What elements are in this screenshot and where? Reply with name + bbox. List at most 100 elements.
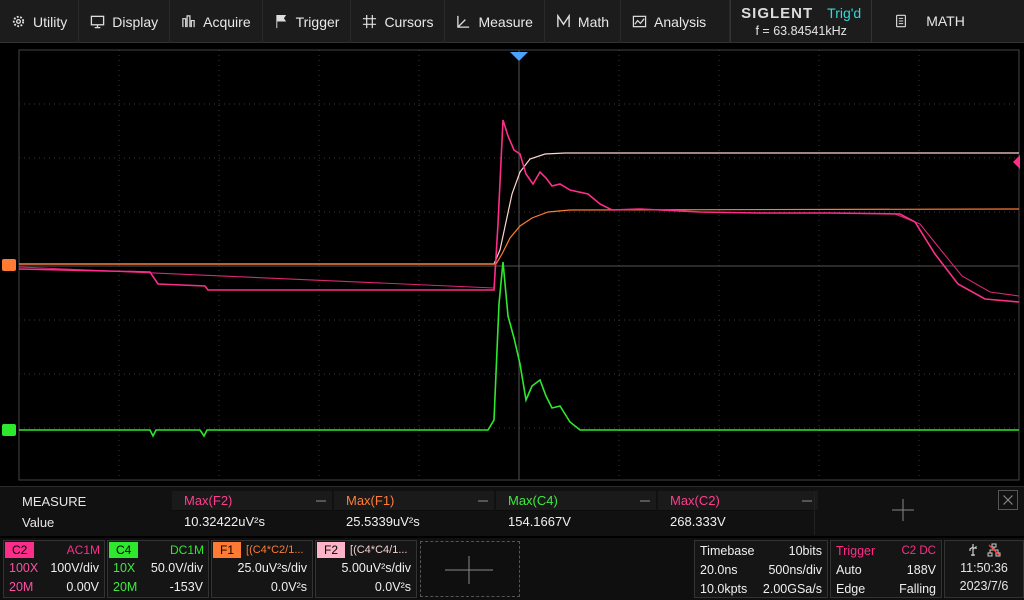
menu-display-label: Display — [112, 13, 159, 30]
network-icon — [987, 543, 1001, 557]
c4-scale: 50.0V/div — [150, 561, 203, 575]
c4-offset-marker[interactable] — [2, 424, 16, 436]
menu-measure-label: Measure — [478, 13, 533, 30]
c4-probe: 10X — [113, 561, 136, 575]
c4-tag: C4 — [109, 542, 139, 558]
measure-item[interactable]: Max(F2) 10.32422uV²s — [172, 491, 332, 535]
trigger-status: Trig'd — [827, 5, 862, 21]
measure-item-name: Max(F2) — [172, 491, 332, 511]
status-clock-panel: 11:50:36 2023/7/6 — [944, 540, 1024, 598]
clock-time: 11:50:36 — [960, 561, 1008, 575]
c2-coupling: AC1M — [66, 543, 100, 557]
document-icon — [896, 14, 907, 28]
clock-date: 2023/7/6 — [959, 579, 1009, 593]
channel-f1-panel[interactable]: F1 [(C4*C2/1... 25.0uV²s/div 0.0V²s — [211, 540, 313, 598]
timebase-label: Timebase — [700, 544, 755, 558]
menu-acquire-label: Acquire — [203, 13, 251, 30]
timebase-bits: 10bits — [788, 544, 822, 558]
usb-icon — [969, 544, 977, 556]
close-icon[interactable] — [998, 490, 1018, 510]
timebase-points: 10.0kpts — [700, 582, 748, 596]
timebase-delay: 20.0ns — [700, 563, 738, 577]
c4-offset: -153V — [169, 580, 203, 594]
acquire-icon — [182, 15, 195, 28]
measure-item[interactable]: Max(C4) 154.1667V — [496, 491, 656, 535]
frequency-readout: f = 63.84541kHz — [755, 23, 847, 38]
trigger-panel[interactable]: Trigger C2 DC Auto 188V Edge Falling — [830, 540, 942, 598]
f1-offset: 0.0V²s — [270, 580, 307, 594]
channel-c2-panel[interactable]: C2 AC1M 100X 100V/div 20M 0.00V — [3, 540, 105, 598]
math-button-label: MATH — [926, 13, 965, 29]
measure-title: MEASURE — [22, 494, 87, 509]
math-menu-button[interactable]: MATH — [872, 0, 987, 42]
measure-icon — [457, 15, 470, 28]
c4-bandwidth: 20M — [113, 580, 138, 594]
graticule — [2, 49, 1020, 481]
f2-offset: 0.0V²s — [374, 580, 411, 594]
measure-row-label: Value — [22, 515, 55, 530]
channel-strip: C2 AC1M 100X 100V/div 20M 0.00V C4 DC1M 10… — [0, 538, 1024, 600]
measure-panel: MEASURE Value Max(F2) 10.32422uV²s Max(F… — [0, 486, 1024, 536]
menu-trigger[interactable]: Trigger — [263, 0, 352, 43]
menu-display[interactable]: Display — [79, 0, 171, 43]
trigger-position-marker[interactable] — [510, 52, 528, 61]
measure-item-value: 10.32422uV²s — [184, 514, 265, 529]
measure-item-name: Max(C2) — [658, 491, 818, 511]
measure-item-value: 154.1667V — [508, 514, 571, 529]
c2-tag: C2 — [5, 542, 35, 558]
menu-analysis[interactable]: Analysis — [621, 0, 731, 43]
trigger-type: Edge — [836, 582, 866, 596]
siglent-logo: SIGLENT — [741, 4, 814, 22]
f2-scale: 5.00uV²s/div — [341, 561, 411, 575]
add-measure-icon[interactable] — [891, 498, 915, 522]
monitor-icon — [90, 15, 105, 29]
timebase-panel[interactable]: Timebase 10bits 20.0ns 500ns/div 10.0kpts 2… — [694, 540, 828, 598]
f2-expression: [(C4*C4/1... — [350, 544, 408, 556]
c2-offset: 0.00V — [66, 580, 99, 594]
trigger-level: 188V — [906, 563, 936, 577]
trigger-status-panel: SIGLENT Trig'd f = 63.84541kHz — [730, 0, 873, 42]
menu-cursors-label: Cursors — [384, 13, 434, 30]
gear-icon — [12, 15, 25, 28]
flag-icon — [275, 14, 286, 29]
measure-item[interactable]: Max(C2) 268.333V — [658, 491, 818, 535]
trigger-mode: Auto — [836, 563, 862, 577]
cursor-icon — [363, 14, 377, 29]
timebase-scale: 500ns/div — [768, 563, 822, 577]
menu-measure[interactable]: Measure — [445, 0, 545, 43]
add-icon — [445, 556, 493, 584]
analysis-icon — [632, 15, 647, 28]
menu-bar: Utility Display Acquire Trigger Cursors … — [0, 0, 1024, 43]
trigger-source: C2 DC — [901, 545, 936, 557]
menu-utility[interactable]: Utility — [0, 0, 80, 43]
add-channel-slot[interactable] — [420, 541, 520, 597]
trigger-slope: Falling — [899, 582, 936, 596]
f2-tag: F2 — [317, 542, 346, 558]
f1-offset-marker[interactable] — [2, 259, 16, 271]
timebase-rate: 2.00GSa/s — [762, 582, 822, 596]
menu-utility-label: Utility — [33, 13, 68, 30]
waveform-display[interactable] — [0, 44, 1024, 486]
f1-tag: F1 — [213, 542, 242, 558]
menu-analysis-label: Analysis — [654, 13, 707, 30]
c2-probe: 100X — [9, 561, 39, 575]
c4-coupling: DC1M — [169, 543, 204, 557]
measure-item-name: Max(C4) — [496, 491, 656, 511]
measure-item[interactable]: Max(F1) 25.5339uV²s — [334, 491, 494, 535]
channel-c4-panel[interactable]: C4 DC1M 10X 50.0V/div 20M -153V — [107, 540, 209, 598]
trigger-level-marker[interactable] — [1013, 155, 1020, 169]
menu-trigger-label: Trigger — [295, 13, 340, 30]
math-icon — [557, 14, 570, 28]
measure-item-value: 268.333V — [670, 514, 726, 529]
menu-math[interactable]: Math — [545, 0, 622, 43]
c2-scale: 100V/div — [50, 561, 99, 575]
f1-expression: [(C4*C2/1... — [246, 544, 304, 556]
c2-bandwidth: 20M — [9, 580, 34, 594]
menu-math-label: Math — [577, 13, 610, 30]
menu-cursors[interactable]: Cursors — [351, 0, 446, 43]
trigger-label: Trigger — [836, 544, 876, 558]
channel-f2-panel[interactable]: F2 [(C4*C4/1... 5.00uV²s/div 0.0V²s — [315, 540, 417, 598]
menu-acquire[interactable]: Acquire — [170, 0, 263, 43]
measure-item-name: Max(F1) — [334, 491, 494, 511]
measure-item-value: 25.5339uV²s — [346, 514, 420, 529]
